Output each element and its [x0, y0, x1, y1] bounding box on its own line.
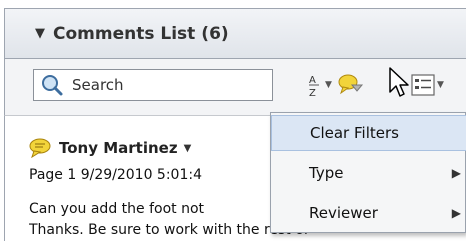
comment-count: (6)	[201, 23, 229, 44]
menu-item-reviewer[interactable]: Reviewer ▶	[271, 195, 466, 231]
chevron-down-icon: ▼	[437, 80, 444, 90]
menu-item-type[interactable]: Type ▶	[271, 155, 466, 191]
svg-text:Z: Z	[309, 88, 316, 98]
comment-author: Tony Martinez	[59, 139, 178, 157]
search-icon	[42, 75, 63, 96]
sort-az-icon: A Z	[309, 75, 319, 98]
menu-item-label: Type	[309, 164, 344, 182]
comment-meta: Page 1 9/29/2010 5:01:4	[29, 167, 202, 183]
comment-bubble-icon	[29, 138, 51, 158]
panel-title: Comments List	[53, 23, 196, 44]
chevron-down-icon[interactable]: ▼	[184, 143, 192, 154]
mouse-cursor-icon	[389, 67, 409, 97]
submenu-arrow-icon: ▶	[451, 166, 461, 180]
comment-filter-icon	[338, 74, 364, 95]
svg-text:A: A	[309, 75, 316, 86]
filter-menu: Clear Filters Type ▶ Reviewer ▶	[270, 112, 466, 233]
sort-button[interactable]: A Z ▼	[307, 71, 332, 99]
menu-item-label: Clear Filters	[310, 124, 399, 142]
comment-text-line1: Can you add the foot not	[29, 201, 205, 217]
menu-item-clear-filters[interactable]: Clear Filters	[271, 115, 466, 151]
comment-header[interactable]: Tony Martinez ▼	[29, 138, 191, 158]
search-placeholder: Search	[72, 76, 124, 94]
menu-item-label: Reviewer	[309, 204, 378, 222]
submenu-arrow-icon: ▶	[451, 206, 461, 220]
list-options-icon	[411, 74, 435, 96]
panel-header[interactable]: ▼ Comments List (6)	[4, 8, 466, 59]
chevron-down-icon: ▼	[325, 80, 332, 90]
triangle-down-icon[interactable]: ▼	[35, 26, 53, 41]
search-input[interactable]: Search	[33, 69, 273, 101]
options-button[interactable]: ▼	[411, 71, 444, 99]
filter-button[interactable]	[337, 71, 365, 99]
